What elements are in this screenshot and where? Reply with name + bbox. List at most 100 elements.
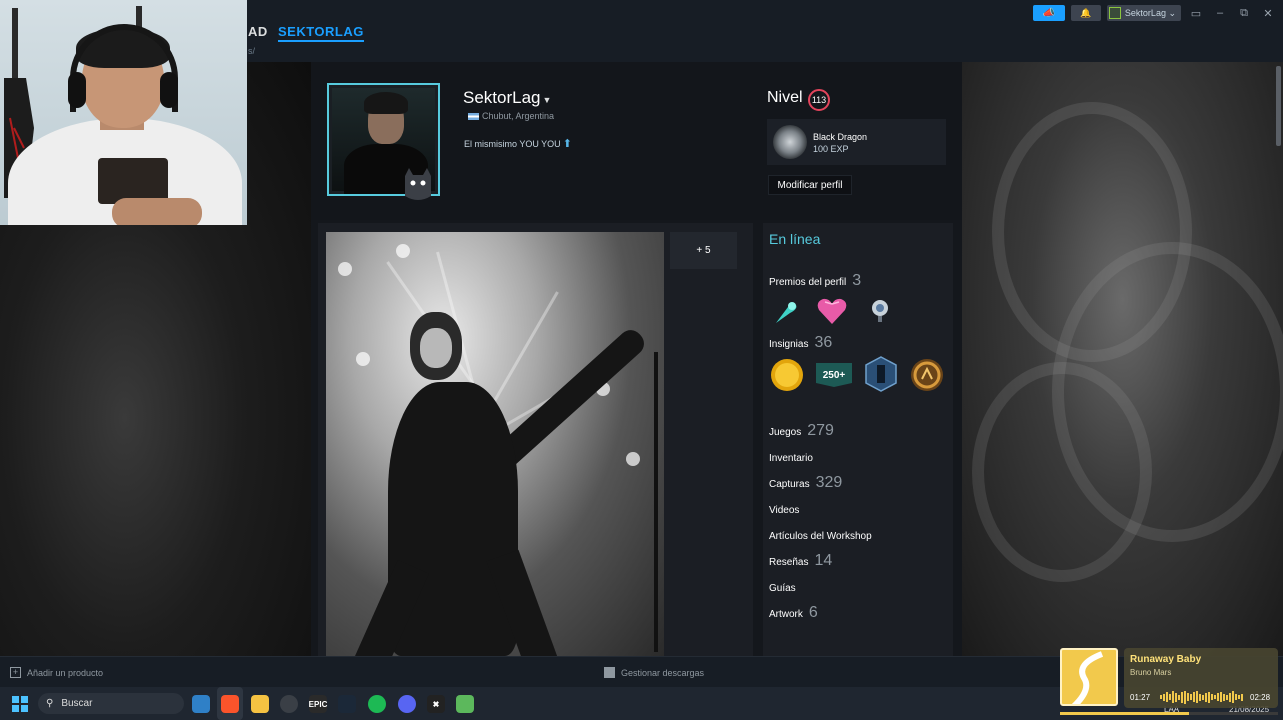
close-icon[interactable]: ✕ (1259, 7, 1277, 20)
lamp-award-icon[interactable] (866, 297, 894, 325)
song-progress-bar[interactable] (1060, 712, 1278, 715)
heart-award-icon[interactable] (816, 296, 848, 326)
coin-badge-icon[interactable] (769, 357, 805, 393)
badges-label: Insignias (769, 339, 809, 350)
restore-icon[interactable]: ⧉ (1235, 7, 1253, 20)
featured-badge-name: Black Dragon (813, 132, 868, 142)
level-badge[interactable]: 113 (808, 89, 830, 111)
up-arrow-emoji-icon: ⬆ (562, 138, 572, 150)
epic-games-icon[interactable]: EPIC (309, 695, 327, 713)
profile-awards-link[interactable]: Premios del perfil 3 (769, 272, 861, 290)
album-cover (1060, 648, 1118, 706)
link-count: 14 (814, 552, 833, 569)
spotify-icon[interactable] (368, 695, 386, 713)
inventory-link[interactable]: Inventario (769, 453, 813, 464)
edit-profile-button[interactable]: Modificar perfil (768, 175, 852, 195)
profile-summary: El mismisimo YOU YOU ⬆ (464, 137, 572, 150)
download-icon (604, 667, 615, 678)
elapsed-time: 01:27 (1130, 693, 1151, 702)
link-label: Capturas (769, 479, 810, 490)
steam-icon[interactable] (338, 695, 356, 713)
now-playing-widget[interactable]: Runaway Baby Bruno Mars 01:27 02:28 (1058, 646, 1278, 716)
announcements-button[interactable]: 📣 (1032, 5, 1065, 21)
link-label: Artículos del Workshop (769, 531, 872, 542)
search-placeholder: Buscar (61, 698, 93, 709)
brave-browser-icon[interactable] (221, 695, 239, 713)
link-label: Videos (769, 505, 800, 516)
notifications-button[interactable]: 🔔 (1070, 5, 1101, 21)
minecraft-icon[interactable] (456, 695, 474, 713)
awards-label: Premios del perfil (769, 277, 847, 288)
manage-downloads-label: Gestionar descargas (621, 667, 705, 678)
link-label: Reseñas (769, 557, 809, 568)
plus-icon: + (10, 667, 21, 678)
steam-app-icon[interactable] (280, 695, 298, 713)
taskbar-search[interactable]: ⚲ Buscar (38, 693, 184, 714)
window-controls: 📣 🔔 SektorLag ⌄ ▭ – ⧉ ✕ (1032, 4, 1283, 22)
avatar-frame-cat-icon (405, 168, 431, 200)
screenshots-link[interactable]: Capturas 329 (769, 474, 842, 492)
badges-link[interactable]: Insignias 36 (769, 334, 832, 352)
online-status: En línea (769, 231, 821, 247)
location-text: Chubut, Argentina (482, 111, 555, 121)
link-label: Juegos (769, 427, 802, 438)
windows-start-icon[interactable] (12, 696, 28, 712)
reviews-link[interactable]: Reseñas 14 (769, 552, 832, 570)
years-of-service-badge-icon[interactable]: 250+ (814, 361, 854, 389)
badges-count: 36 (814, 334, 833, 351)
comet-award-icon[interactable] (772, 297, 800, 325)
add-product-label: Añadir un producto (27, 667, 104, 678)
minimize-icon[interactable]: – (1211, 7, 1229, 19)
profile-location: Chubut, Argentina (468, 111, 554, 121)
account-avatar (1108, 7, 1121, 19)
summary-text: El mismisimo YOU YOU (464, 138, 561, 149)
search-icon: ⚲ (46, 698, 54, 709)
total-time: 02:28 (1250, 693, 1271, 702)
nav-tab-username[interactable]: SEKTORLAG (278, 24, 364, 42)
username-text: SektorLag (463, 88, 541, 107)
profile-username[interactable]: SektorLag ▼ (463, 88, 551, 108)
chevron-down-icon: ▼ (542, 95, 552, 105)
argentina-flag-icon (468, 112, 479, 120)
link-label: Guías (769, 583, 796, 594)
level-label: Nivel (767, 89, 803, 106)
big-picture-icon[interactable]: ▭ (1187, 7, 1205, 20)
featured-badge[interactable]: Black Dragon 100 EXP (767, 119, 946, 165)
artwork-link[interactable]: Artwork 6 (769, 604, 818, 622)
awards-count: 3 (852, 272, 862, 289)
manage-downloads-button[interactable]: Gestionar descargas (604, 667, 704, 678)
guides-link[interactable]: Guías (769, 583, 796, 594)
workshop-link[interactable]: Artículos del Workshop (769, 531, 872, 542)
link-count: 6 (808, 604, 818, 621)
showcase-more-button[interactable]: + 5 (670, 232, 737, 269)
audio-waveform (1160, 690, 1246, 704)
bronze-ring-badge-icon[interactable] (909, 357, 945, 393)
videos-link[interactable]: Videos (769, 505, 799, 516)
song-title: Runaway Baby (1130, 654, 1202, 665)
link-label: Artwork (769, 609, 803, 620)
scrollbar[interactable] (1276, 66, 1281, 146)
link-label: Inventario (769, 453, 813, 464)
file-explorer-icon[interactable] (251, 695, 269, 713)
capcut-icon[interactable]: ✖ (427, 695, 445, 713)
profile-background-right (962, 62, 1283, 656)
link-count: 329 (815, 474, 843, 491)
add-product-button[interactable]: + Añadir un producto (10, 667, 103, 678)
account-name: SektorLag ⌄ (1124, 7, 1176, 18)
webcam-overlay (0, 0, 247, 225)
megaphone-icon: 📣 (1042, 7, 1056, 19)
widgets-icon[interactable] (192, 695, 210, 713)
hex-game-badge-icon[interactable] (862, 355, 900, 393)
discord-icon[interactable] (398, 695, 416, 713)
featured-badge-xp: 100 EXP (813, 144, 849, 154)
black-dragon-badge-icon (773, 125, 807, 159)
showcase-artwork-image[interactable] (326, 232, 664, 656)
song-artist: Bruno Mars (1130, 668, 1172, 677)
badge-250-text: 250+ (823, 370, 846, 381)
account-menu-button[interactable]: SektorLag ⌄ (1106, 5, 1181, 21)
nav-url-fragment: s/ (248, 46, 256, 56)
nav-tab-community[interactable]: AD (248, 24, 268, 39)
bell-icon: 🔔 (1080, 7, 1092, 18)
song-progress-fill (1060, 712, 1189, 715)
games-link[interactable]: Juegos 279 (769, 422, 834, 440)
